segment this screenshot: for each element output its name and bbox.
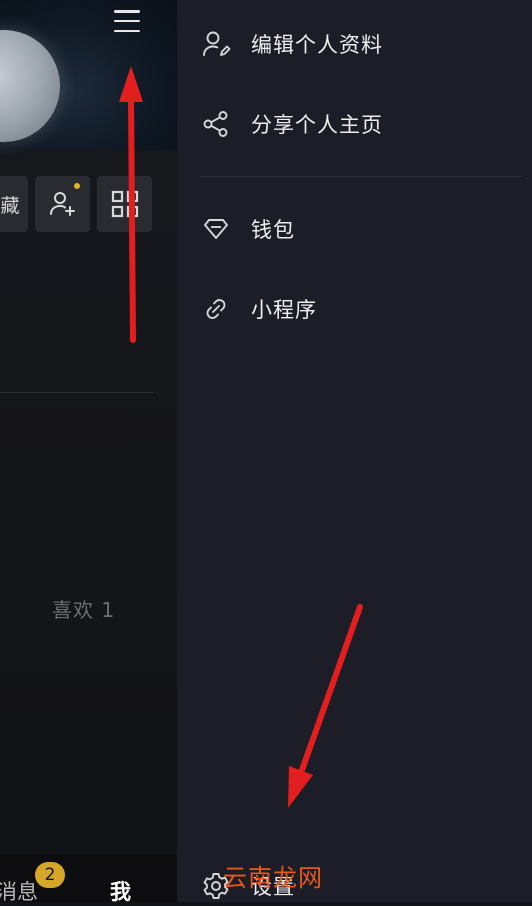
- notification-dot: [74, 183, 80, 189]
- bottom-nav: 消息 2 我: [0, 854, 177, 902]
- add-user-icon: [49, 192, 75, 216]
- hamburger-menu-icon[interactable]: [114, 8, 140, 32]
- favorites-button[interactable]: 藏: [0, 176, 28, 232]
- tab-messages[interactable]: 消息: [0, 876, 38, 902]
- add-friend-button[interactable]: [35, 176, 90, 232]
- share-icon: [201, 109, 231, 139]
- profile-cover-image: [0, 0, 177, 150]
- watermark-logo: 云南龙网: [223, 864, 323, 892]
- qr-code-button[interactable]: [97, 176, 152, 232]
- menu-label: 编辑个人资料: [251, 33, 383, 57]
- menu-label: 钱包: [251, 218, 295, 242]
- profile-background: 藏 喜欢 1 消息 2 我: [0, 0, 177, 902]
- side-drawer: 编辑个人资料 分享个人主页 钱包 小程序 设置: [177, 0, 532, 902]
- diamond-icon: [201, 214, 231, 244]
- likes-tab[interactable]: 喜欢 1: [52, 594, 115, 623]
- moon-image: [0, 30, 60, 142]
- link-icon: [201, 294, 231, 324]
- menu-item-mini-programs[interactable]: 小程序: [201, 289, 317, 329]
- favorites-label: 藏: [0, 194, 20, 217]
- menu-item-wallet[interactable]: 钱包: [201, 209, 295, 249]
- menu-label: 分享个人主页: [251, 113, 383, 137]
- drawer-divider: [200, 176, 522, 177]
- edit-profile-icon: [201, 29, 231, 59]
- qr-code-icon: [111, 190, 138, 218]
- content-divider: [0, 392, 153, 393]
- menu-label: 小程序: [251, 298, 317, 322]
- tab-me[interactable]: 我: [110, 876, 131, 902]
- menu-item-edit-profile[interactable]: 编辑个人资料: [201, 24, 383, 64]
- menu-item-share-profile[interactable]: 分享个人主页: [201, 104, 383, 144]
- messages-badge: 2: [35, 862, 65, 888]
